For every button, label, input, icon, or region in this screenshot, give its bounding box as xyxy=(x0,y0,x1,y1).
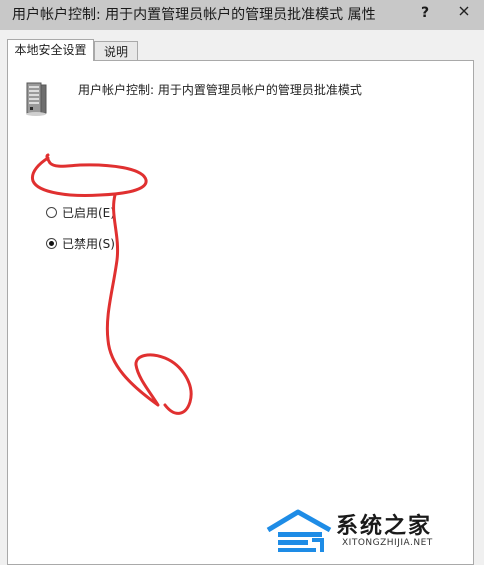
tab-local-security-setting[interactable]: 本地安全设置 xyxy=(7,39,94,61)
watermark-english: XITONGZHIJIA.NET xyxy=(342,538,433,548)
enabled-label: 已启用(E) xyxy=(62,205,115,220)
title-bar[interactable]: 用户帐户控制: 用于内置管理员帐户的管理员批准模式 属性 ? xyxy=(0,0,484,30)
close-button[interactable] xyxy=(444,0,484,22)
disabled-radio[interactable] xyxy=(46,237,57,249)
tab-explain[interactable]: 说明 xyxy=(94,41,138,61)
disabled-label: 已禁用(S) xyxy=(62,236,115,251)
window-title: 用户帐户控制: 用于内置管理员帐户的管理员批准模式 属性 xyxy=(12,7,376,23)
disabled-radio-option[interactable]: 已禁用(S) xyxy=(46,235,115,251)
server-icon xyxy=(26,82,47,116)
close-icon xyxy=(459,6,469,16)
dialog-client: 本地安全设置 说明 用户帐户控制: 用于内置管理员帐户的管理员批准模式 已启用(… xyxy=(0,30,484,565)
house-logo-icon xyxy=(266,509,332,552)
policy-title: 用户帐户控制: 用于内置管理员帐户的管理员批准模式 xyxy=(78,83,362,97)
enabled-radio[interactable] xyxy=(46,206,57,218)
watermark-chinese: 系统之家 xyxy=(336,514,433,539)
help-button[interactable]: ? xyxy=(414,2,436,24)
enabled-radio-option[interactable]: 已启用(E) xyxy=(46,204,115,220)
settings-panel: 用户帐户控制: 用于内置管理员帐户的管理员批准模式 已启用(E) 已禁用(S) xyxy=(7,60,474,565)
